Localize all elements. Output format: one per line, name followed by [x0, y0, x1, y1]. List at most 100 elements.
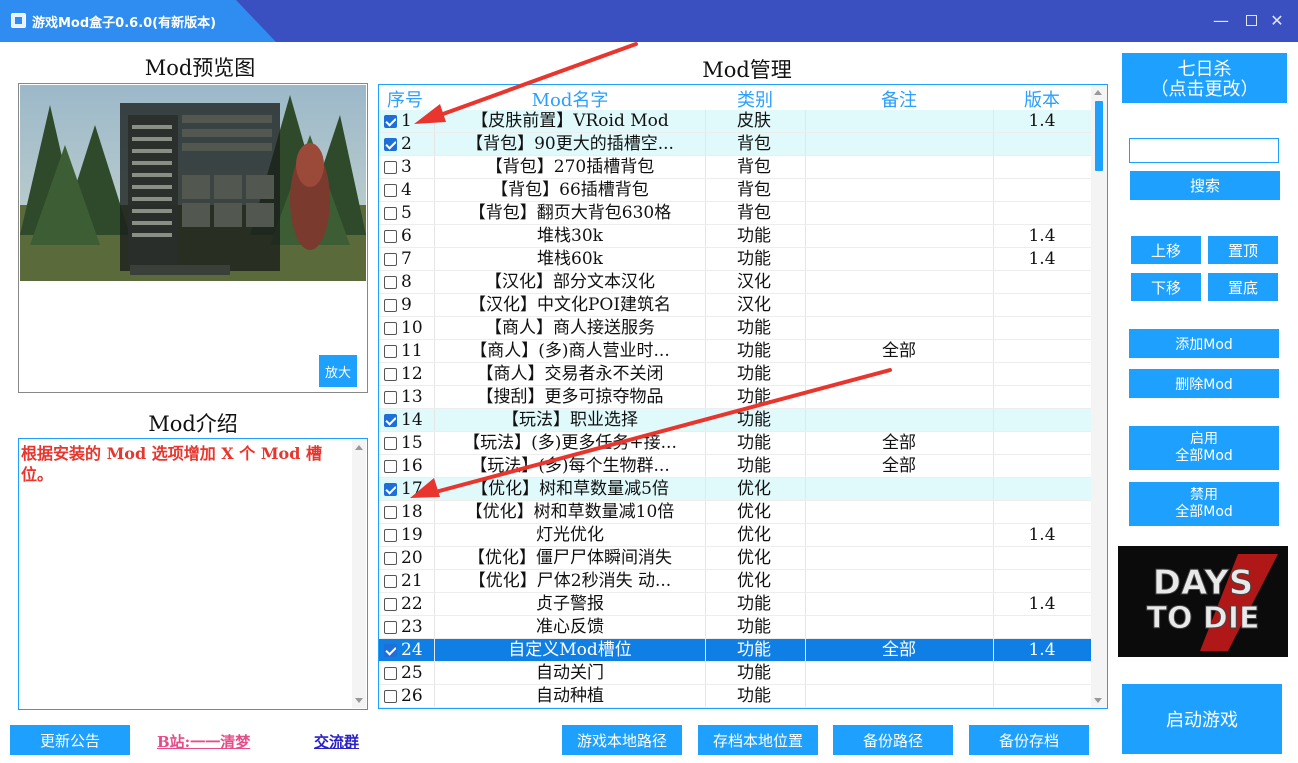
- search-button[interactable]: 搜索: [1130, 171, 1280, 200]
- mod-row[interactable]: 10 【商人】商人接送服务 功能: [379, 317, 1093, 340]
- delete-mod-button[interactable]: 删除Mod: [1129, 369, 1279, 398]
- search-input[interactable]: [1129, 138, 1279, 163]
- enable-all-button[interactable]: 启用 全部Mod: [1129, 426, 1279, 470]
- mod-row[interactable]: 20 【优化】僵尸尸体瞬间消失 优化: [379, 547, 1093, 570]
- scroll-down-icon[interactable]: [355, 698, 363, 703]
- mod-checkbox[interactable]: [384, 230, 397, 243]
- mod-name: 准心反馈: [536, 617, 604, 637]
- mod-checkbox[interactable]: [384, 460, 397, 473]
- mod-row[interactable]: 14 【玩法】职业选择 功能: [379, 409, 1093, 432]
- mod-row[interactable]: 22 贞子警报 功能 1.4: [379, 593, 1093, 616]
- mod-checkbox[interactable]: [384, 667, 397, 680]
- mod-row[interactable]: 7 堆栈60k 功能 1.4: [379, 248, 1093, 271]
- mod-checkbox[interactable]: [384, 506, 397, 519]
- intro-scrollbar[interactable]: [352, 440, 366, 708]
- mod-version: [993, 363, 1091, 386]
- mod-checkbox[interactable]: [384, 598, 397, 611]
- mod-num: 11: [401, 341, 423, 361]
- game-change-hint: （点击更改）: [1150, 79, 1259, 100]
- col-divider: [993, 386, 994, 409]
- mod-checkbox[interactable]: [384, 529, 397, 542]
- mod-row[interactable]: 4 【背包】66插槽背包 背包: [379, 179, 1093, 202]
- backup-save-button[interactable]: 备份存档: [969, 725, 1089, 755]
- header-note[interactable]: 备注: [805, 86, 993, 112]
- mod-checkbox[interactable]: [384, 414, 397, 427]
- mod-row[interactable]: 15 【玩法】(多)更多任务+接... 功能 全部: [379, 432, 1093, 455]
- mod-checkbox[interactable]: [384, 644, 397, 657]
- game-select-button[interactable]: 七日杀 （点击更改）: [1122, 53, 1287, 103]
- scroll-thumb[interactable]: [1095, 101, 1103, 171]
- mod-row[interactable]: 17 【优化】树和草数量减5倍 优化: [379, 478, 1093, 501]
- mod-checkbox[interactable]: [384, 552, 397, 565]
- mod-row[interactable]: 16 【玩法】(多)每个生物群... 功能 全部: [379, 455, 1093, 478]
- mod-row[interactable]: 25 自动关门 功能: [379, 662, 1093, 685]
- col-divider: [434, 248, 435, 271]
- mod-row[interactable]: 3 【背包】270插槽背包 背包: [379, 156, 1093, 179]
- scroll-up-icon[interactable]: [355, 445, 363, 450]
- move-down-button[interactable]: 下移: [1131, 273, 1201, 301]
- header-version[interactable]: 版本: [993, 86, 1091, 112]
- mod-checkbox[interactable]: [384, 184, 397, 197]
- mod-checkbox[interactable]: [384, 621, 397, 634]
- mod-checkbox[interactable]: [384, 115, 397, 128]
- mod-row[interactable]: 11 【商人】(多)商人营业时... 功能 全部: [379, 340, 1093, 363]
- mod-checkbox[interactable]: [384, 207, 397, 220]
- col-divider: [705, 340, 706, 363]
- header-name[interactable]: Mod名字: [435, 86, 705, 112]
- mod-row[interactable]: 1 【皮肤前置】VRoid Mod 皮肤 1.4: [379, 110, 1093, 133]
- update-notice-button[interactable]: 更新公告: [10, 725, 130, 755]
- scroll-down-icon[interactable]: [1094, 698, 1102, 703]
- mod-row[interactable]: 21 【优化】尸体2秒消失 动... 优化: [379, 570, 1093, 593]
- mod-checkbox[interactable]: [384, 161, 397, 174]
- zoom-button[interactable]: 放大: [319, 355, 357, 387]
- maximize-button[interactable]: [1240, 10, 1262, 32]
- mod-num: 25: [401, 663, 423, 683]
- mod-row[interactable]: 5 【背包】翻页大背包630格 背包: [379, 202, 1093, 225]
- mod-row[interactable]: 19 灯光优化 优化 1.4: [379, 524, 1093, 547]
- mod-row[interactable]: 12 【商人】交易者永不关闭 功能: [379, 363, 1093, 386]
- close-button[interactable]: ✕: [1266, 10, 1288, 32]
- move-top-button[interactable]: 置顶: [1208, 236, 1278, 264]
- launch-game-button[interactable]: 启动游戏: [1122, 684, 1282, 754]
- mod-row[interactable]: 18 【优化】树和草数量减10倍 优化: [379, 501, 1093, 524]
- mod-checkbox[interactable]: [384, 345, 397, 358]
- disable-all-button[interactable]: 禁用 全部Mod: [1129, 482, 1279, 526]
- bilibili-link[interactable]: B站:一一清梦: [157, 731, 250, 752]
- col-divider: [434, 340, 435, 363]
- mod-checkbox[interactable]: [384, 299, 397, 312]
- mod-note: [805, 271, 993, 294]
- add-mod-button[interactable]: 添加Mod: [1129, 329, 1279, 358]
- mod-checkbox[interactable]: [384, 276, 397, 289]
- mod-checkbox[interactable]: [384, 368, 397, 381]
- mod-checkbox[interactable]: [384, 483, 397, 496]
- scroll-up-icon[interactable]: [1094, 90, 1102, 95]
- group-link[interactable]: 交流群: [314, 731, 359, 752]
- mod-row[interactable]: 26 自动种植 功能: [379, 685, 1093, 708]
- list-scrollbar[interactable]: [1091, 85, 1107, 708]
- mod-checkbox[interactable]: [384, 575, 397, 588]
- mod-row[interactable]: 9 【汉化】中文化POI建筑名 汉化: [379, 294, 1093, 317]
- game-path-button[interactable]: 游戏本地路径: [562, 725, 682, 755]
- mod-checkbox[interactable]: [384, 391, 397, 404]
- mod-row[interactable]: 2 【背包】90更大的插槽空... 背包: [379, 133, 1093, 156]
- mod-checkbox[interactable]: [384, 437, 397, 450]
- minimize-button[interactable]: —: [1210, 10, 1232, 32]
- mod-row[interactable]: 23 准心反馈 功能: [379, 616, 1093, 639]
- mod-checkbox[interactable]: [384, 253, 397, 266]
- move-up-button[interactable]: 上移: [1131, 236, 1201, 264]
- mod-version: 1.4: [1028, 111, 1056, 131]
- header-num[interactable]: 序号: [383, 86, 427, 112]
- mod-checkbox[interactable]: [384, 138, 397, 151]
- mod-checkbox[interactable]: [384, 690, 397, 703]
- mod-row[interactable]: 8 【汉化】部分文本汉化 汉化: [379, 271, 1093, 294]
- mod-row[interactable]: 6 堆栈30k 功能 1.4: [379, 225, 1093, 248]
- move-bottom-button[interactable]: 置底: [1208, 273, 1278, 301]
- mod-row[interactable]: 24 自定义Mod槽位 功能 全部 1.4: [379, 639, 1093, 662]
- save-path-button[interactable]: 存档本地位置: [698, 725, 818, 755]
- header-type[interactable]: 类别: [705, 86, 805, 112]
- col-divider: [993, 455, 994, 478]
- mod-row[interactable]: 13 【搜刮】更多可掠夺物品 功能: [379, 386, 1093, 409]
- disable-all-label-2: 全部Mod: [1175, 504, 1233, 520]
- backup-path-button[interactable]: 备份路径: [833, 725, 953, 755]
- mod-checkbox[interactable]: [384, 322, 397, 335]
